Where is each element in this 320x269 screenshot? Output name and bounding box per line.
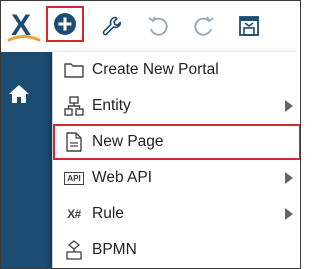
save-icon: [239, 16, 259, 36]
menu-item-label: BPMN: [92, 241, 137, 258]
menu-item-label: Create New Portal: [92, 61, 219, 78]
menu-item-web-api[interactable]: API Web API: [53, 160, 300, 196]
toolbar: X: [1, 1, 300, 52]
rule-icon-text: X#: [67, 207, 81, 221]
wrench-icon: [102, 16, 122, 36]
menu-item-label: Rule: [92, 205, 124, 222]
rule-icon: X#: [63, 204, 85, 224]
menu-item-create-new-portal[interactable]: Create New Portal: [53, 52, 300, 88]
left-sidebar: [1, 52, 52, 268]
menu-item-rule[interactable]: X# Rule: [53, 196, 300, 232]
redo-icon: [194, 16, 214, 36]
undo-icon: [148, 16, 168, 36]
menu-item-label: New Page: [92, 133, 164, 150]
new-item-menu: Create New Portal Entity New Page API We…: [52, 52, 300, 268]
menu-item-label: Web API: [92, 169, 153, 186]
save-button[interactable]: [230, 7, 268, 45]
x-logo-icon[interactable]: X: [3, 7, 45, 45]
folder-icon: [63, 60, 85, 80]
home-button[interactable]: [5, 80, 33, 108]
menu-item-bpmn[interactable]: BPMN: [53, 232, 300, 268]
menu-item-label: Entity: [92, 97, 131, 114]
plus-circle-icon: [54, 13, 76, 35]
bpmn-icon: [63, 240, 85, 260]
entity-hierarchy-icon: [63, 96, 85, 116]
api-icon-text: API: [64, 171, 84, 185]
submenu-arrow-icon: [285, 208, 293, 220]
redo-button[interactable]: [185, 7, 223, 45]
submenu-arrow-icon: [285, 172, 293, 184]
app-frame: X Create New Portal Entity New Page API …: [0, 0, 301, 269]
add-button[interactable]: [46, 6, 84, 42]
tools-button[interactable]: [93, 7, 131, 45]
undo-button[interactable]: [139, 7, 177, 45]
menu-item-entity[interactable]: Entity: [53, 88, 300, 124]
page-icon: [63, 132, 85, 152]
api-icon: API: [63, 168, 85, 188]
submenu-arrow-icon: [285, 100, 293, 112]
home-icon: [9, 85, 29, 103]
menu-item-new-page[interactable]: New Page: [53, 124, 300, 160]
